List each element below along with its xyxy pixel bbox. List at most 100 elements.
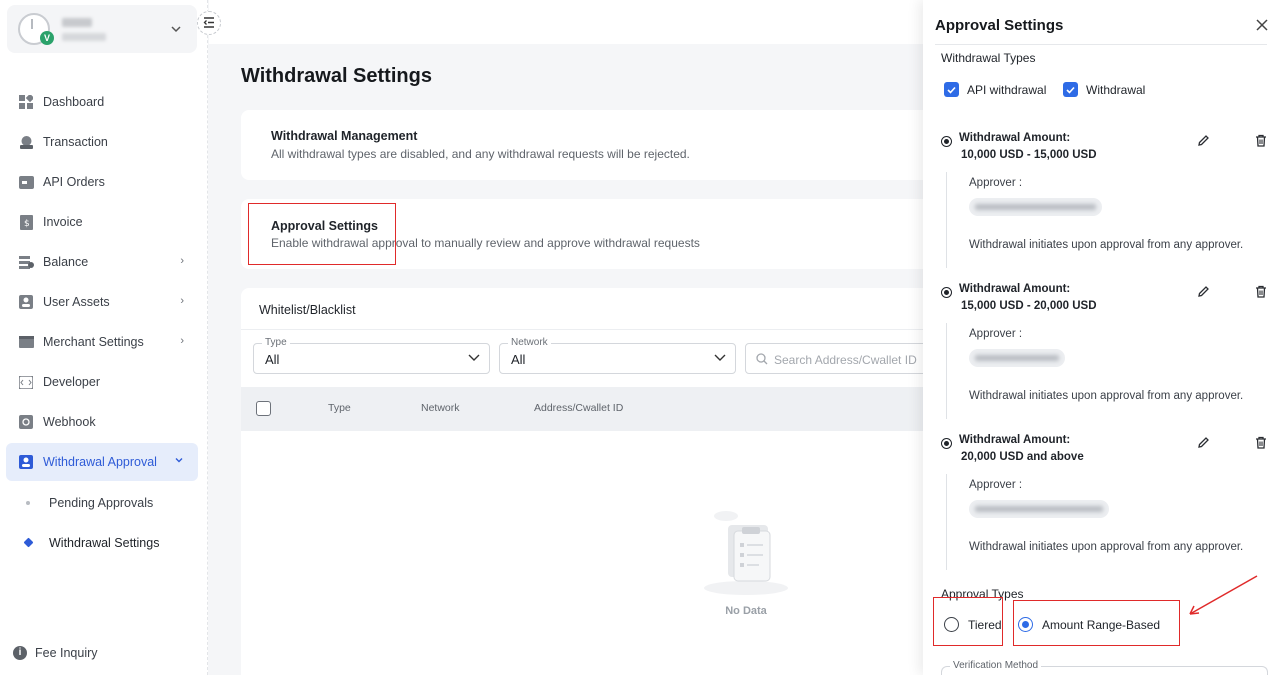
type-select-label: Type [262, 337, 290, 348]
sidebar-subitem-pending-approvals[interactable]: Pending Approvals [6, 483, 198, 523]
sidebar-item-webhook[interactable]: Webhook [6, 403, 198, 441]
tier-amount-label: Withdrawal Amount: [959, 132, 1071, 144]
checkbox-withdrawal[interactable]: Withdrawal [1063, 82, 1145, 97]
approver-chip [969, 349, 1065, 367]
search-icon [756, 353, 768, 368]
merchant-settings-icon [18, 334, 34, 350]
chevron-right-icon: › [180, 295, 184, 307]
dashboard-icon [18, 94, 34, 110]
verification-method-label: Verification Method [950, 660, 1042, 671]
verified-badge: V [40, 31, 54, 45]
network-select-label: Network [508, 337, 551, 348]
sidebar-item-user-assets[interactable]: User Assets › [6, 283, 198, 321]
sidebar-item-dashboard[interactable]: Dashboard [6, 83, 198, 121]
transaction-icon [18, 134, 34, 150]
type-select-value: All [265, 352, 280, 367]
checkbox-api-withdrawal[interactable]: API withdrawal [944, 82, 1046, 97]
network-select[interactable]: Network All [499, 337, 736, 374]
verification-method-select[interactable]: Verification Method [941, 660, 1268, 675]
card-title: Whitelist/Blacklist [259, 303, 356, 317]
sidebar-item-api-orders[interactable]: API Orders [6, 163, 198, 201]
info-icon: i [13, 646, 27, 660]
card-description: All withdrawal types are disabled, and a… [271, 147, 690, 161]
approver-label: Approver : [969, 479, 1023, 491]
card-title: Withdrawal Management [271, 129, 418, 143]
column-header-address: Address/Cwallet ID [534, 402, 624, 414]
sidebar-item-label: User Assets [43, 295, 110, 309]
empty-state-text: No Data [725, 605, 767, 617]
sidebar-subitem-label: Pending Approvals [49, 496, 154, 510]
bullet-icon [26, 501, 30, 505]
checkbox-label: Withdrawal [1086, 82, 1146, 97]
menu-collapse-icon [203, 16, 215, 31]
user-assets-icon [18, 294, 34, 310]
sidebar-item-invoice[interactable]: $ Invoice [6, 203, 198, 241]
trash-icon[interactable] [1255, 436, 1267, 452]
trash-icon[interactable] [1255, 285, 1267, 301]
sidebar-subitem-withdrawal-settings[interactable]: Withdrawal Settings [6, 523, 198, 563]
sidebar-item-label: Developer [43, 375, 100, 389]
column-header-type: Type [328, 402, 351, 414]
close-icon[interactable] [1256, 19, 1268, 34]
tier-radio[interactable] [941, 136, 952, 147]
approver-label: Approver : [969, 177, 1023, 189]
approver-chip [969, 198, 1102, 216]
sidebar-item-label: Withdrawal Approval [43, 455, 157, 469]
tier-amount-range: 20,000 USD and above [961, 451, 1084, 463]
api-orders-icon [18, 174, 34, 190]
edit-icon[interactable] [1197, 134, 1210, 150]
withdrawal-types-label: Withdrawal Types [941, 51, 1036, 65]
search-input[interactable]: Search Address/Cwallet ID [745, 343, 945, 374]
account-id-redacted [62, 33, 106, 41]
sidebar: V Dashboard Transaction API Orders $ Inv… [0, 0, 208, 675]
highlight-box [248, 203, 396, 265]
sidebar-subitem-label: Withdrawal Settings [49, 536, 160, 550]
sidebar-item-withdrawal-approval[interactable]: Withdrawal Approval [6, 443, 198, 481]
highlight-box [933, 597, 1003, 646]
edit-icon[interactable] [1197, 436, 1210, 452]
sidebar-item-label: Webhook [43, 415, 96, 429]
sidebar-item-transaction[interactable]: Transaction [6, 123, 198, 161]
tier-amount-label: Withdrawal Amount: [959, 283, 1071, 295]
type-select[interactable]: Type All [253, 337, 490, 374]
divider [935, 44, 1267, 45]
checkbox-label: API withdrawal [967, 82, 1047, 97]
select-all-checkbox[interactable] [256, 401, 271, 416]
approval-note: Withdrawal initiates upon approval from … [969, 239, 1244, 251]
empty-clipboard-icon [696, 511, 796, 601]
highlight-box [1013, 600, 1180, 646]
fee-inquiry-link[interactable]: i Fee Inquiry [13, 646, 98, 660]
tier-connector [946, 172, 947, 268]
sidebar-item-label: Invoice [43, 215, 83, 229]
edit-icon[interactable] [1197, 285, 1210, 301]
sidebar-item-label: Transaction [43, 135, 108, 149]
withdrawal-management-card[interactable]: Withdrawal Management All withdrawal typ… [241, 110, 931, 180]
balance-icon [18, 254, 34, 270]
sidebar-item-balance[interactable]: Balance › [6, 243, 198, 281]
sidebar-item-label: Balance [43, 255, 89, 269]
sidebar-nav: Dashboard Transaction API Orders $ Invoi… [6, 83, 198, 563]
table-header: Type Network Address/Cwallet ID [241, 387, 931, 431]
tier-radio[interactable] [941, 438, 952, 449]
approval-note: Withdrawal initiates upon approval from … [969, 390, 1244, 402]
sidebar-item-label: Dashboard [43, 95, 105, 109]
tier-connector [946, 323, 947, 419]
trash-icon[interactable] [1255, 134, 1267, 150]
main-content: Withdrawal Settings Withdrawal Managemen… [209, 0, 945, 675]
account-switcher[interactable]: V [7, 5, 197, 53]
chevron-right-icon: › [180, 255, 184, 267]
chevron-down-icon [170, 22, 182, 38]
tier-radio[interactable] [941, 287, 952, 298]
chevron-down-icon [174, 455, 184, 468]
collapse-sidebar-button[interactable] [197, 11, 221, 35]
sidebar-item-merchant-settings[interactable]: Merchant Settings › [6, 323, 198, 361]
chevron-right-icon: › [180, 335, 184, 347]
annotation-arrow [1189, 575, 1258, 615]
empty-state: No Data [681, 503, 811, 617]
approval-note: Withdrawal initiates upon approval from … [969, 541, 1244, 553]
account-name-redacted [62, 18, 92, 27]
diamond-bullet-icon [23, 537, 34, 548]
chevron-down-icon [713, 350, 727, 367]
sidebar-item-developer[interactable]: Developer [6, 363, 198, 401]
withdrawal-approval-icon [18, 454, 34, 470]
